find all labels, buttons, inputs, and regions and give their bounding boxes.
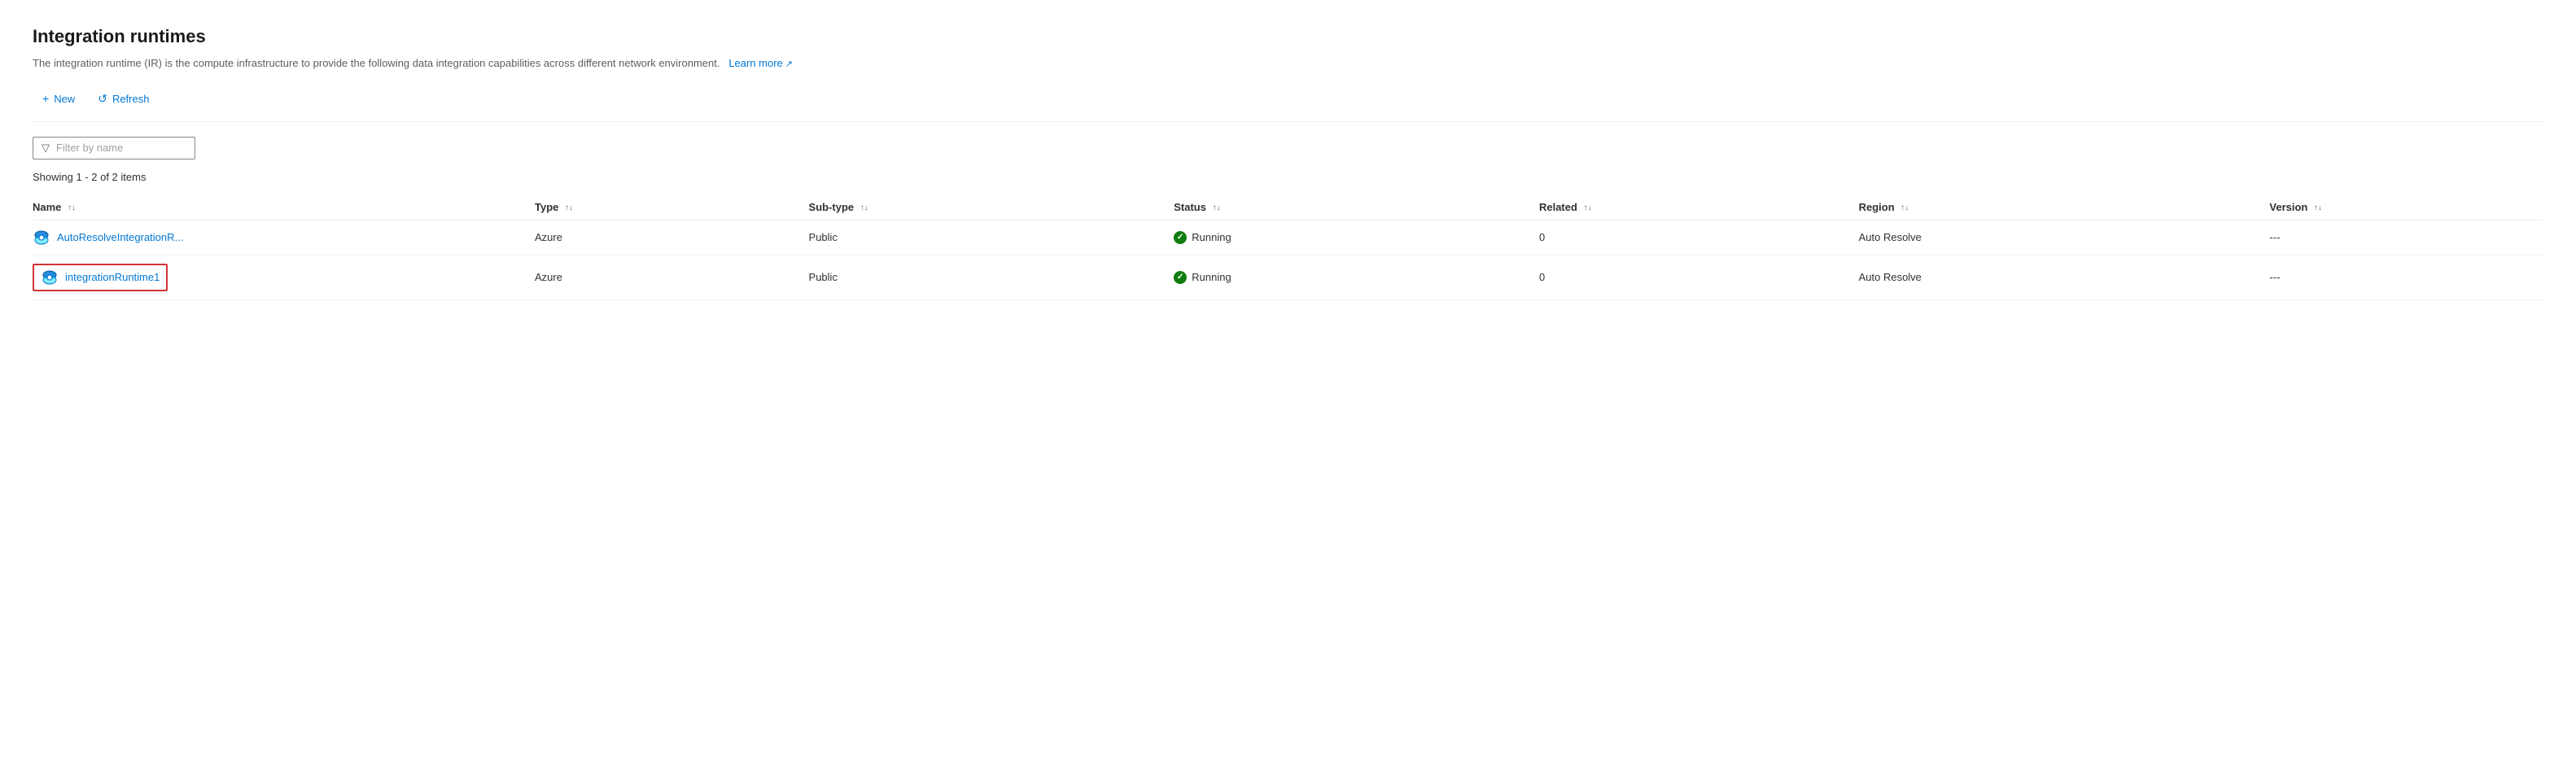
col-header-version: Version ↑↓	[2269, 194, 2543, 221]
runtime-version: ---	[2269, 255, 2543, 299]
col-header-subtype: Sub-type ↑↓	[809, 194, 1174, 221]
runtime-related: 0	[1539, 255, 1859, 299]
table-row[interactable]: integrationRuntime1 AzurePublic Running …	[33, 255, 2543, 299]
sort-icon-subtype[interactable]: ↑↓	[860, 203, 868, 212]
learn-more-link[interactable]: Learn more↗	[728, 57, 793, 69]
toolbar: + New ↺ Refresh	[33, 88, 2543, 122]
runtime-link[interactable]: AutoResolveIntegrationR...	[33, 229, 525, 247]
col-header-type: Type ↑↓	[535, 194, 809, 221]
filter-input-wrapper: ▽	[33, 137, 195, 159]
runtime-icon	[33, 229, 50, 247]
runtime-type: Azure	[535, 255, 809, 299]
filter-input[interactable]	[56, 142, 186, 154]
plus-icon: +	[42, 93, 49, 104]
new-button[interactable]: + New	[33, 88, 85, 110]
runtime-status: Running	[1174, 220, 1539, 255]
page-title: Integration runtimes	[33, 26, 2543, 47]
runtime-status: Running	[1174, 255, 1539, 299]
external-link-icon: ↗	[785, 58, 793, 72]
runtime-region: Auto Resolve	[1859, 255, 2270, 299]
status-text: Running	[1192, 231, 1231, 243]
refresh-icon: ↺	[98, 93, 107, 104]
status-text: Running	[1192, 271, 1231, 283]
runtime-related: 0	[1539, 220, 1859, 255]
runtime-region: Auto Resolve	[1859, 220, 2270, 255]
showing-count: Showing 1 - 2 of 2 items	[33, 171, 2543, 183]
runtime-icon	[41, 269, 59, 286]
runtime-link[interactable]: integrationRuntime1	[65, 271, 160, 283]
sort-icon-related[interactable]: ↑↓	[1584, 203, 1592, 212]
runtimes-table: Name ↑↓ Type ↑↓ Sub-type ↑↓ Status ↑↓ Re…	[33, 194, 2543, 300]
col-header-region: Region ↑↓	[1859, 194, 2270, 221]
col-header-status: Status ↑↓	[1174, 194, 1539, 221]
filter-container: ▽	[33, 137, 2543, 159]
table-header-row: Name ↑↓ Type ↑↓ Sub-type ↑↓ Status ↑↓ Re…	[33, 194, 2543, 221]
page-description: The integration runtime (IR) is the comp…	[33, 55, 2543, 72]
col-header-name: Name ↑↓	[33, 194, 535, 221]
status-running-icon	[1174, 271, 1187, 284]
runtime-subtype: Public	[809, 220, 1174, 255]
runtime-subtype: Public	[809, 255, 1174, 299]
status-running-icon	[1174, 231, 1187, 244]
filter-icon: ▽	[42, 142, 50, 155]
sort-icon-name[interactable]: ↑↓	[68, 203, 76, 212]
sort-icon-version[interactable]: ↑↓	[2314, 203, 2322, 212]
col-header-related: Related ↑↓	[1539, 194, 1859, 221]
sort-icon-type[interactable]: ↑↓	[565, 203, 573, 212]
runtime-type: Azure	[535, 220, 809, 255]
sort-icon-status[interactable]: ↑↓	[1213, 203, 1221, 212]
table-row[interactable]: AutoResolveIntegrationR... AzurePublic R…	[33, 220, 2543, 255]
runtime-version: ---	[2269, 220, 2543, 255]
runtime-name-cell: integrationRuntime1	[33, 264, 168, 291]
refresh-button[interactable]: ↺ Refresh	[88, 88, 159, 110]
sort-icon-region[interactable]: ↑↓	[1900, 203, 1909, 212]
